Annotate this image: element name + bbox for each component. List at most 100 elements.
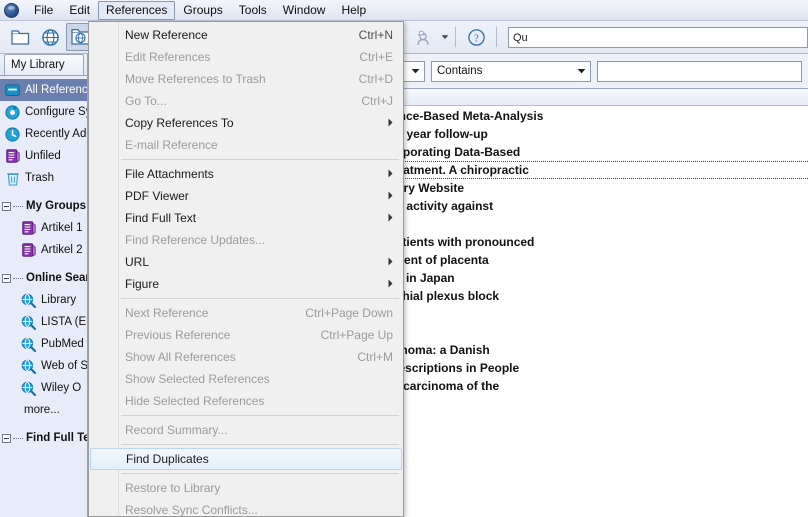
- library-tab-strip: My Library: [0, 54, 87, 76]
- sidebar-item-library[interactable]: Library: [0, 289, 87, 311]
- configure-sync-icon: [4, 104, 21, 120]
- online-search-globe-icon[interactable]: [36, 23, 64, 51]
- sidebar-item-label: All References: [25, 84, 87, 96]
- menu-item-label: File Attachments: [125, 167, 214, 181]
- menu-item-edit-references: Edit References Ctrl+E: [89, 46, 403, 68]
- menu-item-label: Find Reference Updates...: [125, 233, 266, 247]
- expander-icon[interactable]: [2, 433, 11, 443]
- sidebar-item-artikel-1[interactable]: Artikel 1: [0, 217, 87, 239]
- group-icon: [20, 242, 37, 258]
- sidebar-item-artikel-2[interactable]: Artikel 2: [0, 239, 87, 261]
- tab-my-library[interactable]: My Library: [4, 54, 84, 75]
- menu-help[interactable]: Help: [333, 1, 374, 20]
- sidebar-item-label: Artikel 1: [41, 222, 83, 234]
- sidebar-item-label: Wiley O: [41, 382, 82, 394]
- menu-item-resolve-sync-conflicts: Resolve Sync Conflicts...: [89, 499, 403, 516]
- menu-item-label: Show All References: [125, 350, 236, 364]
- sidebar-item-label: Configure Sync: [25, 106, 87, 118]
- expander-icon[interactable]: [2, 201, 11, 211]
- menu-item-shortcut: Ctrl+N: [358, 28, 393, 42]
- sidebar-item-label: Find Full Text: [26, 432, 87, 444]
- menu-item-label: Figure: [125, 277, 160, 291]
- help-icon[interactable]: ?: [462, 23, 490, 51]
- menu-item-pdf-viewer[interactable]: PDF Viewer: [89, 185, 403, 207]
- menu-separator: [121, 415, 399, 416]
- menu-item-copy-references-to[interactable]: Copy References To: [89, 112, 403, 134]
- menu-item-file-attachments[interactable]: File Attachments: [89, 163, 403, 185]
- sidebar-item-label: Online Search: [26, 272, 87, 284]
- tree-connector: [13, 205, 23, 207]
- sidebar-item-find-full-text[interactable]: Find Full Text: [0, 427, 87, 449]
- search-term-input[interactable]: [597, 60, 802, 82]
- menu-references[interactable]: References: [98, 0, 176, 20]
- menu-item-new-reference[interactable]: New Reference Ctrl+N: [89, 24, 403, 46]
- expander-icon[interactable]: [2, 273, 11, 283]
- notifications-dropdown-caret-icon[interactable]: [440, 26, 449, 48]
- sidebar-item-unfiled[interactable]: Unfiled: [0, 145, 87, 167]
- menu-item-url[interactable]: URL: [89, 251, 403, 273]
- menu-item-label: Edit References: [125, 50, 211, 64]
- notifications-icon[interactable]: [410, 23, 438, 51]
- references-menu-dropdown: New Reference Ctrl+N Edit References Ctrl+E…: [88, 21, 404, 517]
- menu-item-label: Find Full Text: [125, 211, 197, 225]
- menu-item-previous-reference: Previous Reference Ctrl+Page Up: [89, 324, 403, 346]
- sidebar-item-lista-e[interactable]: LISTA (E: [0, 311, 87, 333]
- submenu-arrow-icon: [388, 191, 393, 202]
- menu-item-shortcut: Ctrl+D: [358, 72, 393, 86]
- menu-item-move-references-to-trash: Move References to Trash Ctrl+D: [89, 68, 403, 90]
- menu-window[interactable]: Window: [275, 1, 334, 20]
- quick-search-input[interactable]: Qu: [508, 26, 808, 48]
- sidebar-item-recently-added[interactable]: Recently Added: [0, 123, 87, 145]
- toolbar-separator: [496, 27, 497, 47]
- menu-tools[interactable]: Tools: [231, 1, 275, 20]
- sidebar-item-all-references[interactable]: All References: [0, 79, 87, 101]
- chevron-down-icon[interactable]: [573, 62, 590, 81]
- search-operator-value: Contains: [437, 65, 483, 77]
- sidebar-item-label: My Groups: [26, 200, 87, 212]
- search-operator-selector[interactable]: Contains: [431, 60, 591, 82]
- menu-item-go-to: Go To... Ctrl+J: [89, 90, 403, 112]
- menu-item-label: Go To...: [125, 94, 167, 108]
- menu-item-label: Restore to Library: [125, 481, 221, 495]
- groups-sidebar: My Library All References Configure Sync R…: [0, 54, 88, 517]
- sidebar-item-configure-sync[interactable]: Configure Sync: [0, 101, 87, 123]
- submenu-arrow-icon: [388, 118, 393, 129]
- menu-item-label: Move References to Trash: [125, 72, 266, 86]
- menu-item-hide-selected-references: Hide Selected References: [89, 390, 403, 412]
- new-library-icon[interactable]: [6, 23, 34, 51]
- menu-item-shortcut: Ctrl+M: [357, 350, 393, 364]
- menu-item-next-reference: Next Reference Ctrl+Page Down: [89, 302, 403, 324]
- menu-edit[interactable]: Edit: [61, 1, 98, 20]
- sidebar-item-trash[interactable]: Trash: [0, 167, 87, 189]
- online-search-icon: [20, 314, 37, 330]
- menu-item-label: E-mail Reference: [125, 138, 218, 152]
- menu-item-label: Hide Selected References: [125, 394, 265, 408]
- menu-item-label: URL: [125, 255, 150, 269]
- sidebar-item-more[interactable]: more...: [0, 399, 87, 421]
- sidebar-item-label: Trash: [25, 172, 54, 184]
- sidebar-item-my-groups[interactable]: My Groups: [0, 195, 87, 217]
- sidebar-item-online-search[interactable]: Online Search: [0, 267, 87, 289]
- online-search-icon: [20, 292, 37, 308]
- sidebar-item-label: Web of S: [41, 360, 87, 372]
- trash-icon: [4, 170, 21, 186]
- sidebar-item-label: more...: [24, 404, 60, 416]
- menu-groups[interactable]: Groups: [175, 1, 230, 20]
- menu-item-find-full-text[interactable]: Find Full Text: [89, 207, 403, 229]
- sidebar-item-web-of-s[interactable]: Web of S: [0, 355, 87, 377]
- sidebar-item-wiley-o[interactable]: Wiley O: [0, 377, 87, 399]
- menu-item-label: Find Duplicates: [126, 452, 209, 466]
- sidebar-item-label: PubMed: [41, 338, 84, 350]
- tree-connector: [13, 277, 23, 279]
- tree-connector: [13, 437, 23, 439]
- menu-item-restore-to-library: Restore to Library: [89, 477, 403, 499]
- menu-item-figure[interactable]: Figure: [89, 273, 403, 295]
- menu-item-find-duplicates[interactable]: Find Duplicates: [90, 448, 402, 470]
- menu-item-label: PDF Viewer: [125, 189, 189, 203]
- sidebar-item-label: Library: [41, 294, 77, 306]
- online-search-icon: [20, 336, 37, 352]
- menu-file[interactable]: File: [26, 1, 61, 20]
- chevron-down-icon[interactable]: [407, 62, 424, 81]
- sidebar-item-pubmed[interactable]: PubMed: [0, 333, 87, 355]
- submenu-arrow-icon: [388, 257, 393, 268]
